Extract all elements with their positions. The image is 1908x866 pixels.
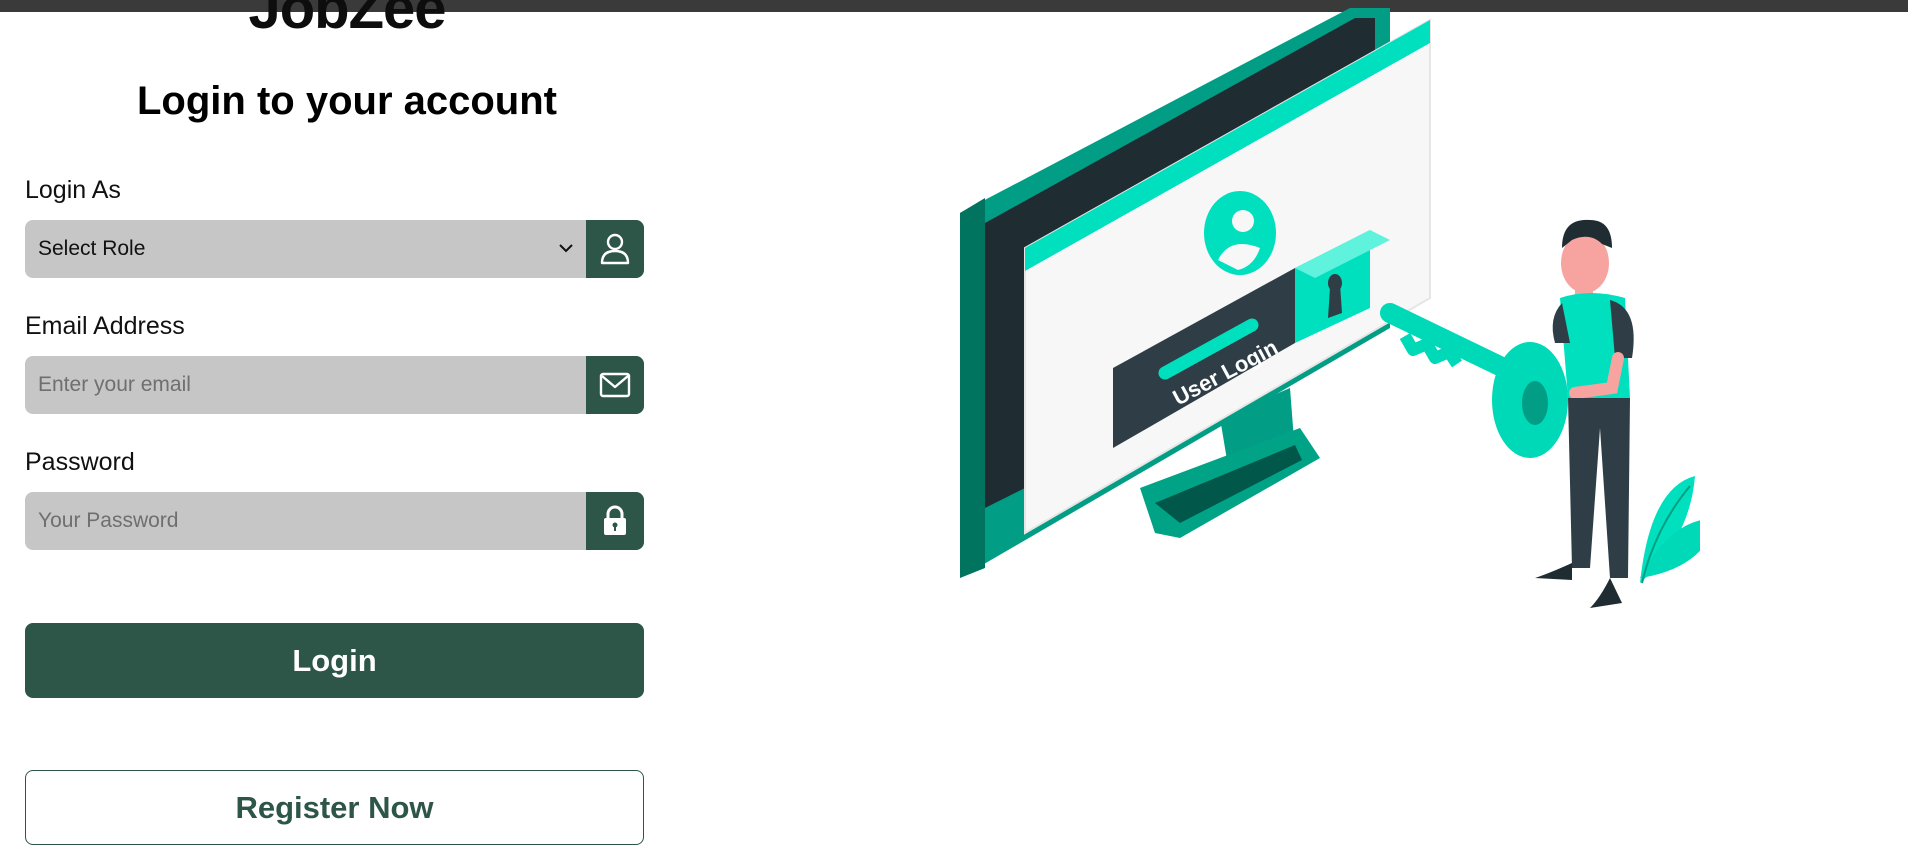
register-now-button[interactable]: Register Now — [25, 770, 644, 845]
role-select-value: Select Role — [38, 237, 146, 260]
user-icon — [600, 233, 630, 265]
lock-icon — [604, 505, 626, 535]
login-button[interactable]: Login — [25, 623, 644, 698]
page-title: Login to your account — [137, 79, 557, 123]
role-select-display[interactable]: Select Role — [25, 220, 586, 278]
email-field[interactable]: Enter your email — [25, 356, 644, 414]
role-select[interactable]: Select Role — [25, 220, 644, 278]
password-icon-box — [586, 492, 644, 550]
email-icon-box — [586, 356, 644, 414]
plant-decoration — [1640, 476, 1700, 584]
email-label: Email Address — [25, 312, 185, 340]
role-label: Login As — [25, 176, 121, 204]
email-placeholder: Enter your email — [38, 373, 191, 396]
mail-icon — [599, 372, 631, 398]
password-field[interactable]: Your Password — [25, 492, 644, 550]
role-icon-box — [586, 220, 644, 278]
password-placeholder: Your Password — [38, 509, 179, 532]
chevron-down-icon — [559, 244, 573, 253]
password-input[interactable]: Your Password — [25, 492, 586, 550]
logo: JobZee — [248, 0, 446, 41]
password-label: Password — [25, 448, 135, 476]
email-input[interactable]: Enter your email — [25, 356, 586, 414]
login-illustration: User Login — [960, 8, 1700, 608]
